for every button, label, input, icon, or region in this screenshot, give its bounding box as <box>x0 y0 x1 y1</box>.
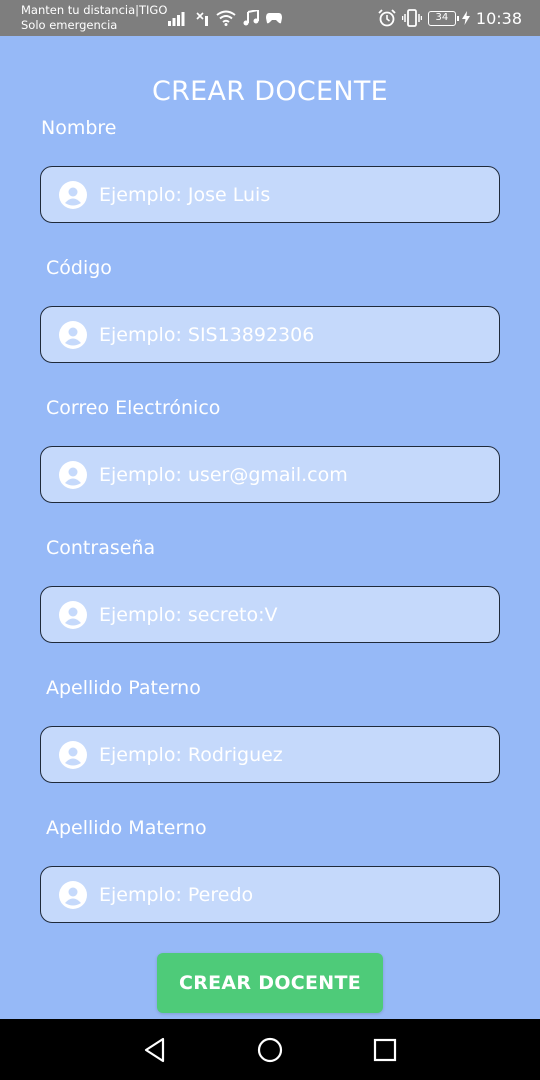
field-contrasena[interactable] <box>40 586 500 643</box>
field-correo[interactable] <box>40 446 500 503</box>
crear-docente-button[interactable]: CREAR DOCENTE <box>157 953 383 1013</box>
label-correo: Correo Electrónico <box>46 397 221 419</box>
user-icon <box>59 321 87 349</box>
back-icon[interactable] <box>141 1036 169 1064</box>
alarm-icon <box>378 9 396 27</box>
navigation-bar <box>0 1019 540 1080</box>
charging-icon <box>461 11 470 25</box>
apellido-paterno-input[interactable] <box>99 727 489 782</box>
label-nombre: Nombre <box>41 117 117 139</box>
emergency-status: Solo emergencia <box>21 18 118 32</box>
clock: 10:38 <box>475 8 522 28</box>
label-contrasena: Contraseña <box>46 537 156 559</box>
gamepad-icon <box>266 13 282 24</box>
page-title: CREAR DOCENTE <box>151 76 389 107</box>
status-icons <box>168 9 282 27</box>
user-icon <box>59 181 87 209</box>
wifi-icon <box>216 10 236 26</box>
field-codigo[interactable] <box>40 306 500 363</box>
user-icon <box>59 881 87 909</box>
status-bar: Manten tu distancia|TIGO Solo emergencia <box>0 0 540 36</box>
status-right: 34 10:38 <box>378 8 522 28</box>
field-apellido-paterno[interactable] <box>40 726 500 783</box>
battery-indicator: 34 <box>427 10 459 26</box>
field-apellido-materno[interactable] <box>40 866 500 923</box>
music-icon <box>243 10 259 26</box>
signal-icon <box>168 12 185 26</box>
apellido-materno-input[interactable] <box>99 867 489 922</box>
user-icon <box>59 461 87 489</box>
carrier-info: Manten tu distancia|TIGO Solo emergencia <box>21 3 167 33</box>
codigo-input[interactable] <box>99 307 489 362</box>
label-apellido-paterno: Apellido Paterno <box>46 677 201 699</box>
label-apellido-materno: Apellido Materno <box>46 817 207 839</box>
user-icon <box>59 601 87 629</box>
nombre-input[interactable] <box>99 167 489 222</box>
contrasena-input[interactable] <box>99 587 489 642</box>
correo-input[interactable] <box>99 447 489 502</box>
label-codigo: Código <box>46 257 112 279</box>
no-signal-icon <box>196 12 208 26</box>
vibrate-icon <box>401 9 422 27</box>
field-nombre[interactable] <box>40 166 500 223</box>
user-icon <box>59 741 87 769</box>
recents-icon[interactable] <box>371 1036 399 1064</box>
carrier-name: Manten tu distancia|TIGO <box>21 3 168 17</box>
home-icon[interactable] <box>256 1036 284 1064</box>
